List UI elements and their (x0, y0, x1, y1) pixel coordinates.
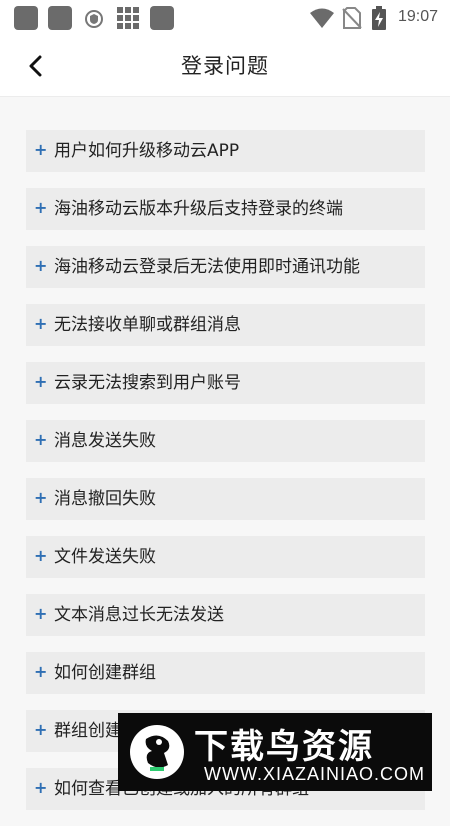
faq-item[interactable]: + 文本消息过长无法发送 (26, 594, 425, 636)
plus-icon: + (34, 314, 48, 333)
faq-item-label: 如何创建群组 (54, 663, 156, 683)
faq-item-label: 消息发送失败 (54, 431, 156, 451)
plus-icon: + (34, 778, 48, 797)
faq-item-label: 用户如何升级移动云APP (54, 141, 240, 161)
plus-icon: + (34, 720, 48, 739)
plus-icon: + (34, 604, 48, 623)
app-square-icon (14, 6, 38, 30)
plus-icon: + (34, 662, 48, 681)
status-bar: 19:07 (0, 0, 450, 36)
faq-item[interactable]: + 无法接收单聊或群组消息 (26, 304, 425, 346)
faq-item-label: 群组创建 (54, 721, 122, 741)
faq-item[interactable]: + 云录无法搜索到用户账号 (26, 362, 425, 404)
shield-icon (85, 10, 103, 28)
battery-charging-icon (372, 6, 386, 30)
app-square-icon (150, 6, 174, 30)
faq-item-label: 文件发送失败 (54, 547, 156, 567)
plus-icon: + (34, 198, 48, 217)
plus-icon: + (34, 488, 48, 507)
no-sim-icon (342, 7, 362, 29)
plus-icon: + (34, 430, 48, 449)
faq-item[interactable]: + 海油移动云版本升级后支持登录的终端 (26, 188, 425, 230)
faq-item[interactable]: + 如何创建群组 (26, 652, 425, 694)
clock: 19:07 (397, 8, 438, 25)
page-title: 登录问题 (181, 54, 269, 78)
plus-icon: + (34, 140, 48, 159)
faq-item-label: 文本消息过长无法发送 (54, 605, 224, 625)
faq-item-label: 海油移动云登录后无法使用即时通讯功能 (54, 257, 360, 277)
faq-item-label: 云录无法搜索到用户账号 (54, 373, 241, 393)
faq-item[interactable]: + 消息撤回失败 (26, 478, 425, 520)
wifi-icon (310, 8, 334, 28)
faq-item[interactable]: + 海油移动云登录后无法使用即时通讯功能 (26, 246, 425, 288)
faq-item-label: 海油移动云版本升级后支持登录的终端 (54, 199, 343, 219)
faq-item[interactable]: + 消息发送失败 (26, 420, 425, 462)
faq-item-label: 消息撤回失败 (54, 489, 156, 509)
app-square-icon (48, 6, 72, 30)
plus-icon: + (34, 372, 48, 391)
faq-item[interactable]: + 文件发送失败 (26, 536, 425, 578)
watermark-title: 下载鸟资源 (194, 727, 374, 767)
app-header: 登录问题 (0, 36, 450, 97)
faq-item[interactable]: + 用户如何升级移动云APP (26, 130, 425, 172)
grid-icon (117, 7, 139, 29)
watermark-url: WWW.XIAZAINIAO.COM (204, 764, 425, 784)
faq-item-label: 无法接收单聊或群组消息 (54, 315, 241, 335)
watermark: 下载鸟资源 WWW.XIAZAINIAO.COM (118, 713, 432, 791)
plus-icon: + (34, 256, 48, 275)
plus-icon: + (34, 546, 48, 565)
bird-logo-icon (130, 725, 184, 779)
